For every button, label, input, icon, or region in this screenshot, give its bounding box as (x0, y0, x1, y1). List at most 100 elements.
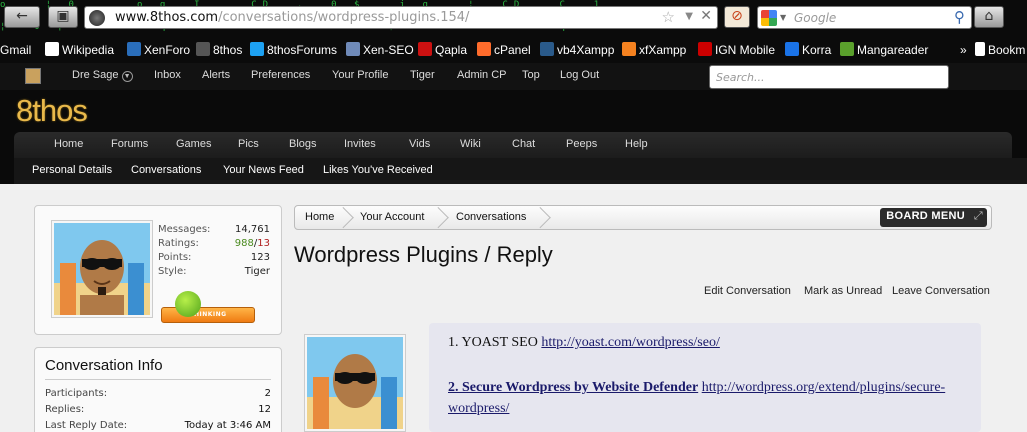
bookmark-item[interactable]: 8thosForums (250, 41, 337, 59)
breadcrumb: Home Your Account Conversations BOARD ME… (294, 205, 992, 230)
bookmarks-overflow-button[interactable]: » (960, 41, 967, 59)
bookmark-favicon-icon (418, 42, 432, 56)
home-button[interactable]: ⌂ (974, 6, 1004, 28)
bookmark-item[interactable]: IGN Mobile (698, 41, 775, 59)
nav-tab-home[interactable]: Home (54, 138, 83, 150)
message-body: 1. YOAST SEO http://yoast.com/wordpress/… (429, 323, 981, 432)
bookmark-favicon-icon (785, 42, 799, 56)
userbar-link-inbox[interactable]: Inbox (154, 69, 181, 81)
adblock-button[interactable]: ⊘ (724, 6, 750, 28)
bookmark-favicon-icon (477, 42, 491, 56)
nav-tab-games[interactable]: Games (176, 138, 211, 150)
search-engine-label: Google (794, 11, 837, 25)
bookmark-favicon-icon (196, 42, 210, 56)
bookmark-favicon-icon (45, 42, 59, 56)
mood-label: THINKING (161, 307, 255, 323)
back-button[interactable]: ← (4, 6, 40, 28)
nav-tab-help[interactable]: Help (625, 138, 648, 150)
breadcrumb-home[interactable]: Home (305, 211, 334, 223)
bookmark-item[interactable]: vb4Xampp (540, 41, 614, 59)
subnav-link-likes-you-ve-received[interactable]: Likes You've Received (323, 164, 433, 176)
nav-tab-wiki[interactable]: Wiki (460, 138, 481, 150)
userbar-link-preferences[interactable]: Preferences (251, 69, 310, 81)
address-bar[interactable]: www.8thos.com/conversations/wordpress-pl… (84, 6, 718, 29)
message-item-2: 2. Secure Wordpress by Website Defender … (448, 377, 968, 419)
bookmark-item[interactable]: cPanel (477, 41, 531, 59)
userbar-link-top[interactable]: Top (522, 69, 540, 81)
bookmark-item[interactable]: Qapla (418, 41, 467, 59)
mood-smiley-icon (175, 291, 201, 317)
nav-tab-peeps[interactable]: Peeps (566, 138, 597, 150)
nav-tab-invites[interactable]: Invites (344, 138, 376, 150)
bookmark-item[interactable]: Gmail (0, 41, 31, 59)
userbar-link-tiger[interactable]: Tiger (410, 69, 435, 81)
page-title: Wordpress Plugins / Reply (294, 242, 553, 267)
bookmark-favicon-icon (250, 42, 264, 56)
user-menu[interactable]: Dre Sage ▼ (72, 69, 133, 82)
site-logo[interactable]: 8thos (16, 93, 88, 129)
bookmark-favicon-icon (622, 42, 636, 56)
bookmark-item[interactable]: XenForo (127, 41, 190, 59)
avatar[interactable] (25, 68, 41, 84)
profile-card: Messages: 14,761 Ratings: 988/13 Points: 12… (34, 205, 282, 335)
site-header: 8thos Home Forums Games Pics Blogs Invites Vid… (0, 90, 1027, 184)
stat-style: Style: Tiger (158, 266, 270, 277)
page-content: Messages: 14,761 Ratings: 988/13 Points: 12… (0, 184, 1027, 432)
bookmark-item[interactable]: Xen-SEO (346, 41, 414, 59)
site-identity-icon[interactable] (89, 10, 105, 26)
nav-tab-chat[interactable]: Chat (512, 138, 535, 150)
conversation-info-panel: Conversation Info Participants: 2 Replies… (34, 347, 282, 432)
nav-tab-vids[interactable]: Vids (409, 138, 430, 150)
subnav-link-personal-details[interactable]: Personal Details (32, 164, 112, 176)
bookmark-item[interactable]: xfXampp (622, 41, 686, 59)
nav-tab-blogs[interactable]: Blogs (289, 138, 317, 150)
nav-tab-pics[interactable]: Pics (238, 138, 259, 150)
bookmark-favicon-icon (540, 42, 554, 56)
leave-conversation-link[interactable]: Leave Conversation (892, 285, 990, 297)
breadcrumb-your-account[interactable]: Your Account (360, 211, 424, 223)
divider (45, 379, 271, 380)
edit-conversation-link[interactable]: Edit Conversation (704, 285, 791, 297)
avatar[interactable] (51, 220, 153, 318)
bookmark-item[interactable]: 8thos (196, 41, 242, 59)
mark-unread-link[interactable]: Mark as Unread (804, 285, 882, 297)
url-dropdown-icon[interactable]: ▼ (685, 11, 693, 22)
bookmark-favicon-icon (698, 42, 712, 56)
subnav-link-your-news-feed[interactable]: Your News Feed (223, 164, 304, 176)
bookmark-favicon-icon (840, 42, 854, 56)
userbar-link-log-out[interactable]: Log Out (560, 69, 599, 81)
bookmark-star-icon[interactable]: ☆ (662, 8, 675, 26)
stat-ratings: Ratings: 988/13 (158, 238, 270, 249)
bookmark-item[interactable]: Korra (785, 41, 831, 59)
userbar-link-your-profile[interactable]: Your Profile (332, 69, 388, 81)
page-icon-button[interactable]: ▣ (48, 6, 78, 28)
mood-indicator[interactable]: THINKING (161, 291, 255, 325)
home-icon: ⌂ (984, 8, 994, 24)
bookmark-favicon-icon (127, 42, 141, 56)
bookmark-item[interactable]: Mangareader (840, 41, 928, 59)
nav-tab-forums[interactable]: Forums (111, 138, 148, 150)
secure-wordpress-title-link[interactable]: 2. Secure Wordpress by Website Defender (448, 380, 698, 395)
breadcrumb-separator (532, 206, 546, 230)
breadcrumb-separator (335, 206, 349, 230)
search-icon[interactable]: ⚲ (954, 8, 965, 26)
engine-dropdown-icon[interactable]: ▼ (780, 13, 786, 22)
breadcrumb-conversations[interactable]: Conversations (456, 211, 526, 223)
site-search-input[interactable]: Search... (709, 65, 949, 89)
yoast-link[interactable]: http://yoast.com/wordpress/seo/ (541, 335, 719, 350)
bookmarks-toolbar: Gmail Wikipedia XenForo 8thos 8thosForums Xen… (0, 39, 1027, 61)
bookmarks-menu-button[interactable]: Bookm (975, 41, 1025, 59)
subnav-link-conversations[interactable]: Conversations (131, 164, 201, 176)
browser-search-box[interactable]: ▼ Google ⚲ (757, 6, 972, 29)
sub-nav: Personal Details Conversations Your News F… (14, 158, 1027, 184)
userbar-link-alerts[interactable]: Alerts (202, 69, 230, 81)
ratings-bad: 13 (257, 238, 270, 249)
userbar-link-admin-cp[interactable]: Admin CP (457, 69, 507, 81)
bookmark-favicon-icon (346, 42, 360, 56)
stop-icon[interactable]: ✕ (700, 8, 712, 24)
message-author-avatar[interactable] (304, 334, 406, 432)
board-menu-button[interactable]: BOARD MENU ⤢ (880, 208, 987, 227)
no-symbol-icon: ⊘ (731, 8, 743, 24)
expand-icon: ⤢ (973, 210, 983, 222)
bookmark-item[interactable]: Wikipedia (45, 41, 114, 59)
